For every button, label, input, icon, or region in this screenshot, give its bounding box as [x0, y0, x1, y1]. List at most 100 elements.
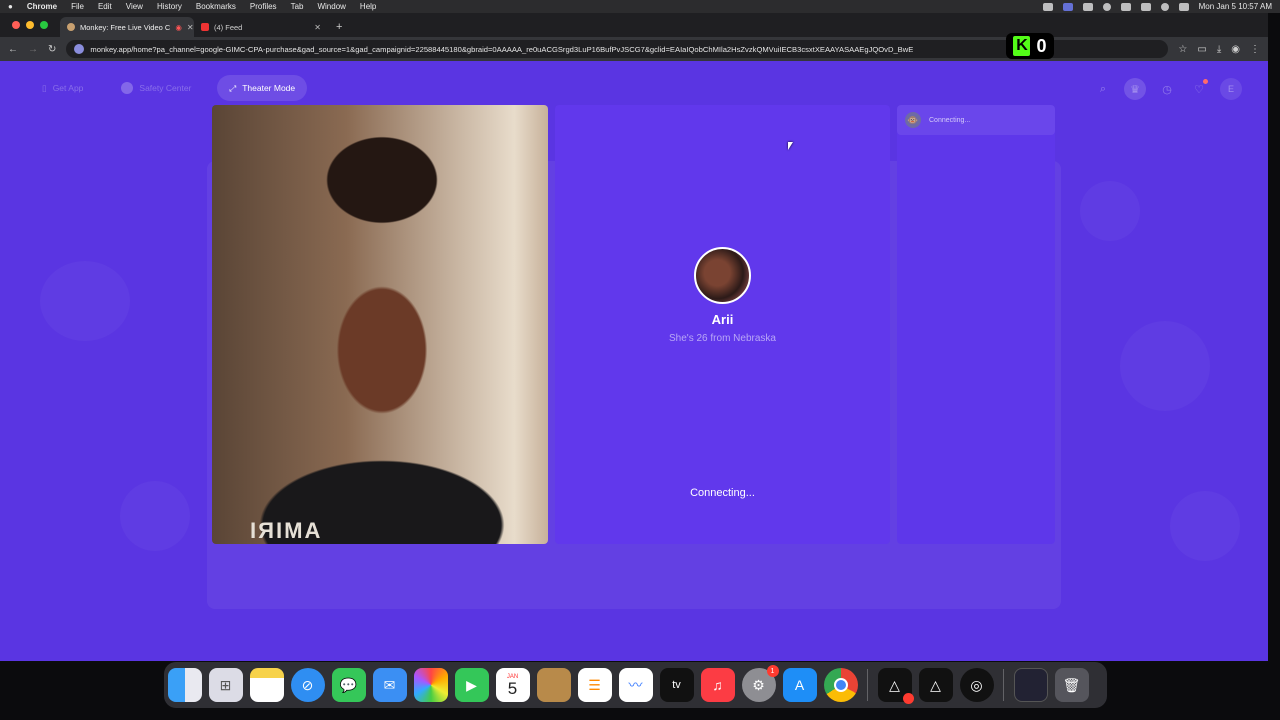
browser-tab-strip: Monkey: Free Live Video C ◉ ✕ (4) Feed ✕…	[0, 13, 1268, 37]
connecting-status: Connecting...	[690, 487, 755, 499]
top-nav-left: ▯ Get App Safety Center ⤢ Theater Mode	[30, 75, 308, 101]
monkey-icon: 🐵	[905, 112, 921, 128]
shirt-print: AMIRI	[248, 518, 321, 543]
calendar-day: 5	[507, 678, 518, 698]
dock-separator	[867, 669, 868, 701]
recording-icon: ◉	[175, 22, 182, 32]
self-camera-feed: AMIRI	[212, 105, 548, 544]
remote-user-name: Arii	[711, 312, 734, 327]
download-icon[interactable]: ⤓	[1217, 44, 1221, 55]
control-center-icon[interactable]	[1178, 2, 1189, 11]
recorder-app-icon[interactable]: △	[877, 668, 914, 704]
app-store-icon[interactable]: A	[782, 668, 817, 702]
menu-bookmarks[interactable]: Bookmarks	[196, 2, 236, 11]
camera-app-icon[interactable]: ◎	[959, 668, 994, 702]
menu-file[interactable]: File	[71, 2, 84, 11]
theater-mode-button[interactable]: ⤢ Theater Mode	[217, 75, 308, 101]
mail-icon[interactable]: ✉	[372, 668, 407, 702]
tab-title: (4) Feed	[214, 22, 243, 32]
reminders-icon[interactable]: ☰	[577, 668, 612, 702]
macos-dock: ⊞ ⊘ 💬 ✉ ▶ JAN 5 ☰ 〰 tv ♫ ⚙ 1 A △ △ ◎ 🗑	[164, 662, 1107, 708]
chat-panel: 🐵 Connecting...	[897, 105, 1055, 544]
notes-icon[interactable]	[249, 668, 284, 702]
screen-mirror-icon[interactable]	[1062, 2, 1073, 11]
safety-center-button[interactable]: Safety Center	[109, 75, 203, 101]
get-app-label: Get App	[52, 83, 84, 93]
menu-history[interactable]: History	[157, 2, 182, 11]
feed-favicon-icon	[201, 23, 209, 31]
moon-icon[interactable]	[1102, 2, 1111, 11]
calendar-icon[interactable]: JAN 5	[495, 668, 530, 702]
trash-icon[interactable]: 🗑	[1054, 668, 1089, 702]
menu-view[interactable]: View	[126, 2, 143, 11]
chat-status-text: Connecting...	[929, 116, 971, 124]
tab-title: Monkey: Free Live Video C	[80, 22, 171, 32]
minimized-window-icon[interactable]	[1013, 668, 1048, 702]
chrome-icon[interactable]	[823, 668, 858, 702]
facetime-icon[interactable]: ▶	[454, 668, 489, 702]
recording-dot-icon	[902, 693, 914, 704]
address-bar[interactable]: monkey.app/home?pa_channel=google-GIMC-C…	[66, 40, 1169, 58]
photos-icon[interactable]	[413, 668, 448, 702]
keyboard-input-icon[interactable]	[1120, 2, 1131, 11]
menu-window[interactable]: Window	[317, 2, 345, 11]
close-tab-icon[interactable]: ✕	[314, 23, 321, 32]
system-settings-icon[interactable]: ⚙ 1	[741, 665, 779, 702]
search-icon[interactable]: ⌕	[1092, 78, 1114, 100]
tab-monkey[interactable]: Monkey: Free Live Video C ◉ ✕	[60, 17, 194, 37]
zoom-window-icon[interactable]	[40, 21, 48, 29]
apple-menu-icon[interactable]: ●	[8, 2, 13, 11]
shield-icon	[121, 82, 134, 94]
settings-badge: 1	[766, 665, 779, 677]
tab-feed[interactable]: (4) Feed ✕	[194, 17, 328, 37]
monkey-favicon-icon	[67, 23, 75, 31]
url-text[interactable]: monkey.app/home?pa_channel=google-GIMC-C…	[90, 45, 913, 54]
crown-icon[interactable]: ♛	[1124, 78, 1146, 100]
reload-icon[interactable]: ↻	[48, 44, 56, 55]
remote-user-panel: Arii She's 26 from Nebraska Connecting..…	[555, 105, 890, 544]
history-icon[interactable]: ◷	[1156, 78, 1178, 100]
get-app-button[interactable]: ▯ Get App	[30, 75, 95, 101]
close-window-icon[interactable]	[12, 21, 20, 29]
profile-avatar-icon[interactable]: E	[1220, 78, 1242, 100]
macos-menu-bar: ● Chrome File Edit View History Bookmark…	[0, 0, 1280, 13]
phone-icon: ▯	[42, 82, 47, 93]
wifi-icon[interactable]	[1140, 2, 1151, 11]
messages-icon[interactable]: 💬	[331, 668, 366, 702]
chrome-center	[833, 678, 848, 692]
theater-mode-label: Theater Mode	[242, 83, 296, 93]
back-icon[interactable]: ←	[8, 44, 18, 55]
forward-icon[interactable]: →	[28, 44, 38, 55]
remote-user-info: She's 26 from Nebraska	[669, 333, 776, 344]
menu-tab[interactable]: Tab	[291, 2, 304, 11]
cast-icon[interactable]: ▭	[1197, 44, 1206, 55]
mouse-cursor-icon	[788, 142, 793, 150]
apple-tv-icon[interactable]: tv	[659, 668, 694, 702]
contacts-icon[interactable]	[536, 668, 571, 702]
freeform-icon[interactable]: 〰	[618, 668, 653, 702]
chat-icon[interactable]: ♡	[1188, 78, 1210, 100]
music-icon[interactable]: ♫	[700, 668, 735, 702]
kick-overlay-badge: K 0	[1006, 33, 1054, 59]
menu-app-name[interactable]: Chrome	[27, 2, 57, 11]
search-icon[interactable]	[1160, 2, 1169, 11]
close-tab-icon[interactable]: ✕	[187, 23, 194, 32]
bookmark-star-icon[interactable]: ☆	[1178, 44, 1187, 55]
menu-help[interactable]: Help	[360, 2, 376, 11]
safety-center-label: Safety Center	[139, 83, 192, 93]
minimize-window-icon[interactable]	[26, 21, 34, 29]
menu-edit[interactable]: Edit	[98, 2, 112, 11]
menu-profiles[interactable]: Profiles	[250, 2, 277, 11]
prism-app-icon[interactable]: △	[918, 668, 953, 702]
new-tab-button[interactable]: +	[336, 21, 342, 33]
more-menu-icon[interactable]: ⋮	[1250, 44, 1260, 55]
browser-toolbar: ← → ↻ monkey.app/home?pa_channel=google-…	[0, 37, 1268, 61]
menu-clock[interactable]: Mon Jan 5 10:57 AM	[1199, 2, 1272, 11]
launchpad-icon[interactable]: ⊞	[208, 668, 243, 702]
site-info-icon[interactable]	[74, 44, 85, 54]
status-app-icon[interactable]	[1042, 2, 1053, 11]
creative-cloud-icon[interactable]	[1082, 2, 1093, 11]
safari-icon[interactable]: ⊘	[290, 668, 325, 702]
profile-icon[interactable]: ◉	[1231, 44, 1240, 55]
finder-icon[interactable]	[167, 668, 202, 702]
